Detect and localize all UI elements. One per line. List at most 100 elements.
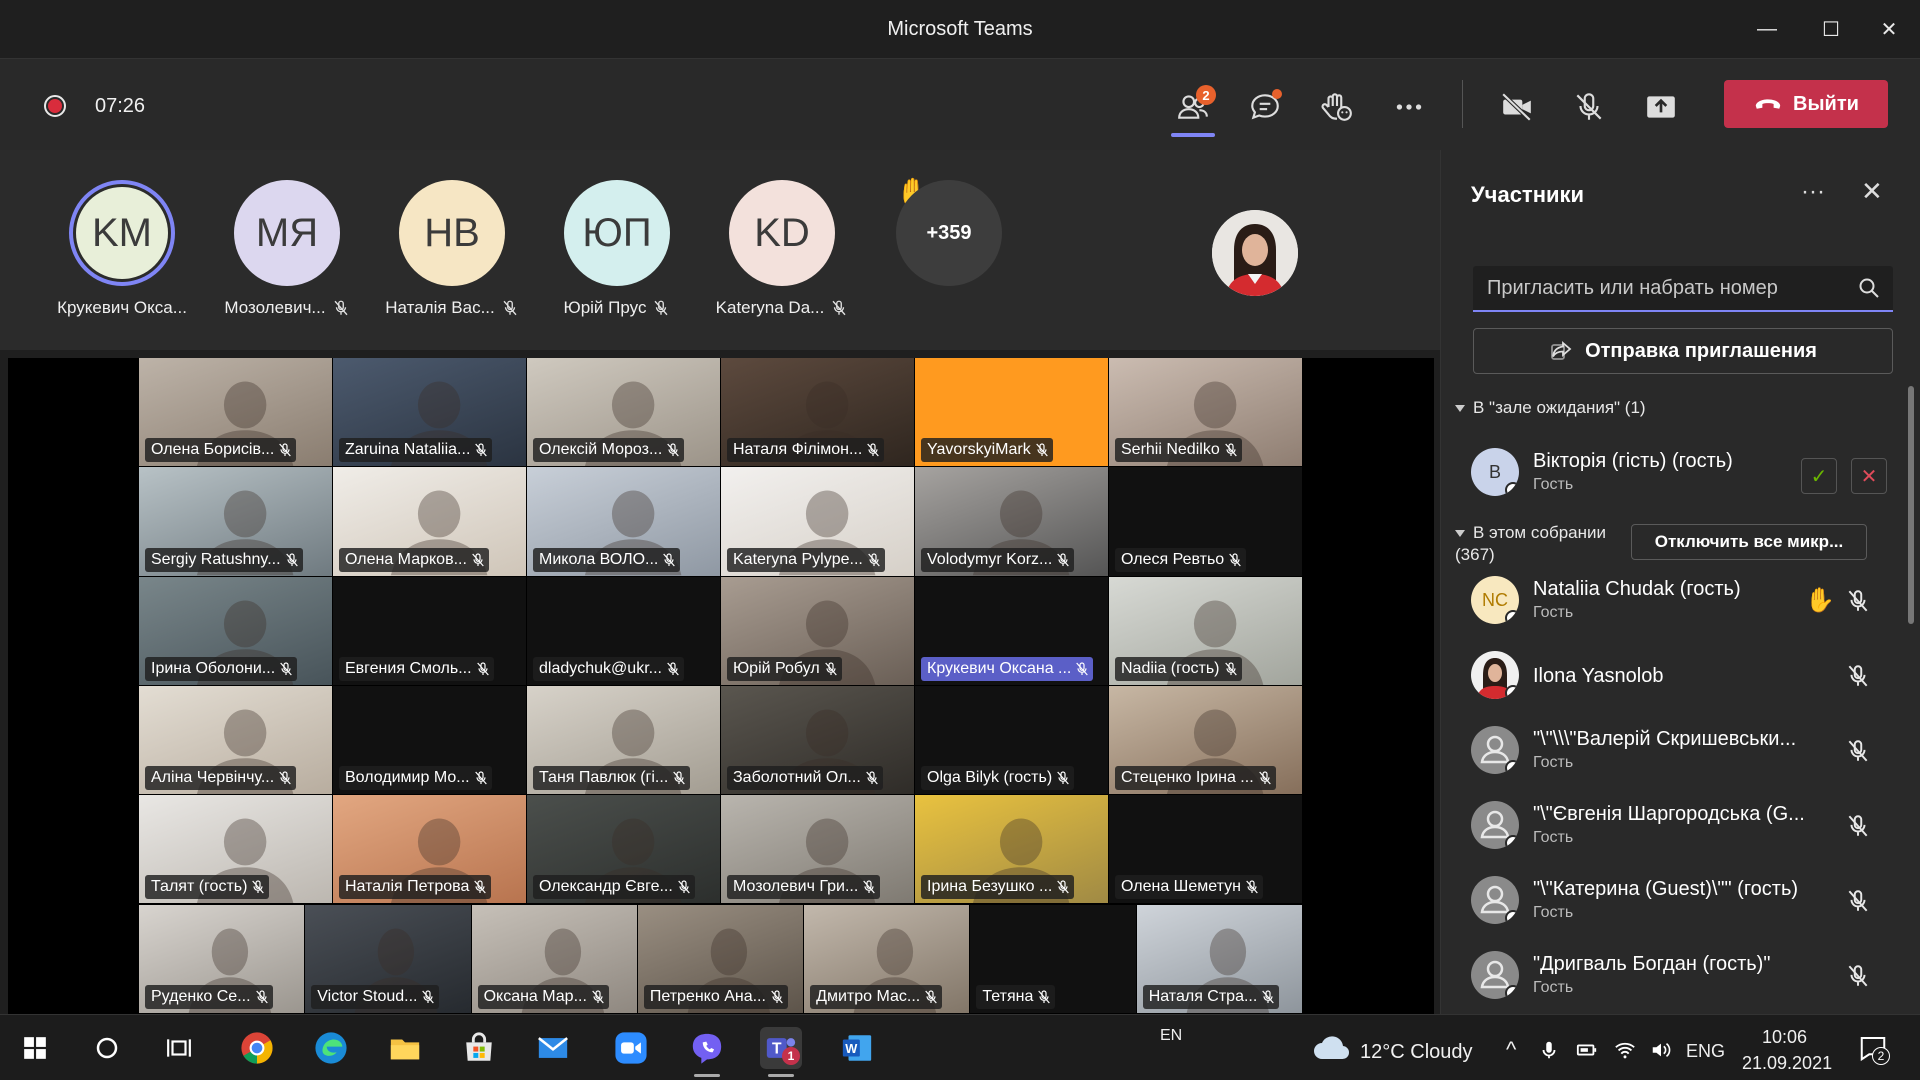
- video-tile[interactable]: Serhii Nedilko: [1109, 358, 1302, 467]
- more-actions-button[interactable]: [1384, 83, 1434, 131]
- video-tile[interactable]: Наталя Стра...: [1136, 904, 1302, 1013]
- battery-icon[interactable]: [1576, 1039, 1598, 1061]
- mute-all-button[interactable]: Отключить все микр...: [1631, 524, 1867, 560]
- search-icon[interactable]: [1857, 276, 1881, 300]
- share-screen-button[interactable]: [1636, 83, 1686, 131]
- mic-toggle-button[interactable]: [1564, 83, 1614, 131]
- video-tile[interactable]: Юрій Робул: [721, 576, 914, 685]
- self-video-avatar[interactable]: [1212, 210, 1298, 296]
- video-tile[interactable]: Олександр Євге...: [527, 795, 720, 904]
- participant-row[interactable]: "\"Євгенія Шаргородська (G... Гость: [1471, 795, 1871, 855]
- video-tile[interactable]: Наталя Філімон...: [721, 358, 914, 467]
- video-tile[interactable]: Ірина Безушко ...: [915, 795, 1108, 904]
- reactions-button[interactable]: [1312, 83, 1362, 131]
- video-tile[interactable]: Заболотний Ол...: [721, 685, 914, 795]
- video-tile[interactable]: Евгения Смоль...: [333, 576, 526, 685]
- zoom-app[interactable]: [610, 1027, 652, 1069]
- video-tile[interactable]: YavorskyiMark: [915, 358, 1108, 467]
- panel-scrollbar[interactable]: [1908, 386, 1914, 624]
- camera-toggle-button[interactable]: [1492, 83, 1542, 131]
- participant-row[interactable]: Ilona Yasnolob: [1471, 645, 1871, 705]
- video-tile[interactable]: Олена Марков...: [333, 467, 526, 576]
- word-app[interactable]: W: [836, 1027, 878, 1069]
- task-view-button[interactable]: [158, 1027, 200, 1069]
- panel-close-button[interactable]: ✕: [1861, 176, 1883, 207]
- invite-search-box[interactable]: [1473, 266, 1893, 312]
- store-app[interactable]: [458, 1027, 500, 1069]
- start-button[interactable]: [14, 1027, 56, 1069]
- video-tile[interactable]: Ірина Оболони...: [139, 576, 332, 685]
- edge-app[interactable]: [310, 1027, 352, 1069]
- maximize-button[interactable]: ☐: [1806, 10, 1856, 48]
- tray-chevron-up-icon[interactable]: ^: [1506, 1037, 1516, 1063]
- stage-avatar[interactable]: KD Kateryna Da...: [707, 180, 857, 318]
- video-tile-label: Олександр Євге...: [533, 875, 695, 900]
- viber-app[interactable]: [686, 1027, 728, 1077]
- chat-button[interactable]: [1240, 83, 1290, 131]
- video-tile[interactable]: Микола ВОЛО...: [527, 467, 720, 576]
- stage-avatar[interactable]: НВ Наталія Вас...: [377, 180, 527, 318]
- participant-row[interactable]: NC Nataliia Chudak (гость) Гость ✋: [1471, 570, 1871, 630]
- wifi-icon[interactable]: [1614, 1039, 1636, 1061]
- video-tile[interactable]: Наталія Петрова: [333, 795, 526, 904]
- video-tile[interactable]: Мозолевич Гри...: [721, 795, 914, 904]
- video-tile-label: Ірина Оболони...: [145, 656, 298, 681]
- video-tile[interactable]: Olga Bilyk (гость): [915, 685, 1108, 795]
- video-tile[interactable]: Таня Павлюк (гі...: [527, 685, 720, 795]
- waiting-section-header[interactable]: В "зале ожидания" (1): [1455, 398, 1646, 418]
- participant-row[interactable]: "\"\\\"Валерій Скришевськи... Гость: [1471, 720, 1871, 780]
- invite-search-input[interactable]: [1487, 266, 1847, 310]
- video-tile[interactable]: Талят (гость): [139, 795, 332, 904]
- minimize-button[interactable]: —: [1742, 10, 1792, 48]
- deny-button[interactable]: ✕: [1851, 458, 1887, 494]
- meeting-section-header[interactable]: В этом собрании (367): [1455, 522, 1606, 566]
- tray-mic-icon[interactable]: [1538, 1039, 1560, 1061]
- volume-icon[interactable]: [1650, 1039, 1672, 1061]
- video-tile[interactable]: Аліна Червінчу...: [139, 685, 332, 795]
- video-tile[interactable]: Victor Stoud...: [305, 904, 471, 1013]
- video-tile[interactable]: Zaruina Nataliia...: [333, 358, 526, 467]
- video-tile[interactable]: Sergiy Ratushny...: [139, 467, 332, 576]
- video-tile[interactable]: Дмитро Мас...: [804, 904, 970, 1013]
- mail-app[interactable]: [532, 1027, 574, 1069]
- video-tile[interactable]: dladychuk@ukr...: [527, 576, 720, 685]
- panel-more-button[interactable]: ···: [1801, 178, 1825, 206]
- notifications-button[interactable]: 2: [1858, 1033, 1890, 1065]
- stage-avatar[interactable]: ЮП Юрій Прус: [542, 180, 692, 318]
- video-tile[interactable]: Крукевич Оксана ...: [915, 576, 1108, 685]
- video-tile[interactable]: Олена Борисів...: [139, 358, 332, 467]
- language-indicator[interactable]: ENG: [1686, 1041, 1725, 1062]
- video-tile[interactable]: Олеся Ревтьо: [1109, 467, 1302, 576]
- video-tile[interactable]: Volodymyr Korz...: [915, 467, 1108, 576]
- file-explorer-app[interactable]: [384, 1027, 426, 1069]
- search-button[interactable]: [86, 1027, 128, 1069]
- video-tile[interactable]: Руденко Се...: [139, 904, 305, 1013]
- admit-button[interactable]: ✓: [1801, 458, 1837, 494]
- video-tile[interactable]: Володимир Мо...: [333, 685, 526, 795]
- leave-button[interactable]: Выйти: [1724, 80, 1888, 128]
- waiting-participant-row[interactable]: В Вікторія (гість) (гость) Гость ✓ ✕: [1471, 442, 1887, 502]
- tile-name: Олексій Мороз...: [539, 441, 663, 459]
- send-invite-button[interactable]: Отправка приглашения: [1473, 328, 1893, 374]
- chrome-app[interactable]: [236, 1027, 278, 1069]
- teams-app[interactable]: T 1: [760, 1027, 802, 1077]
- video-tile[interactable]: Тетяна: [970, 904, 1136, 1013]
- stage-avatar[interactable]: KM Крукевич Окса...: [47, 180, 197, 318]
- video-tile[interactable]: Kateryna Pylype...: [721, 467, 914, 576]
- video-tile[interactable]: Олексій Мороз...: [527, 358, 720, 467]
- video-tile[interactable]: Стеценко Ірина ...: [1109, 685, 1302, 795]
- participant-row[interactable]: "\"Катерина (Guest)\"" (гость) Гость: [1471, 870, 1871, 930]
- avatar-initials: НВ: [399, 180, 505, 286]
- more-participants-button[interactable]: +359: [896, 180, 1002, 286]
- clock-time[interactable]: 10:06: [1762, 1027, 1807, 1048]
- video-tile[interactable]: Оксана Мар...: [471, 904, 637, 1013]
- clock-date[interactable]: 21.09.2021: [1742, 1053, 1832, 1074]
- weather-text[interactable]: 12°C Cloudy: [1360, 1041, 1473, 1064]
- participant-row[interactable]: "Дригваль Богдан (гость)" Гость: [1471, 945, 1871, 1005]
- stage-avatar[interactable]: МЯ Мозолевич...: [212, 180, 362, 318]
- video-tile[interactable]: Петренко Ана...: [637, 904, 804, 1013]
- video-tile[interactable]: Nadiia (гость): [1109, 576, 1302, 685]
- close-window-button[interactable]: ✕: [1864, 10, 1914, 48]
- video-tile[interactable]: Олена Шеметун: [1109, 795, 1302, 904]
- participants-button[interactable]: 2: [1168, 83, 1218, 137]
